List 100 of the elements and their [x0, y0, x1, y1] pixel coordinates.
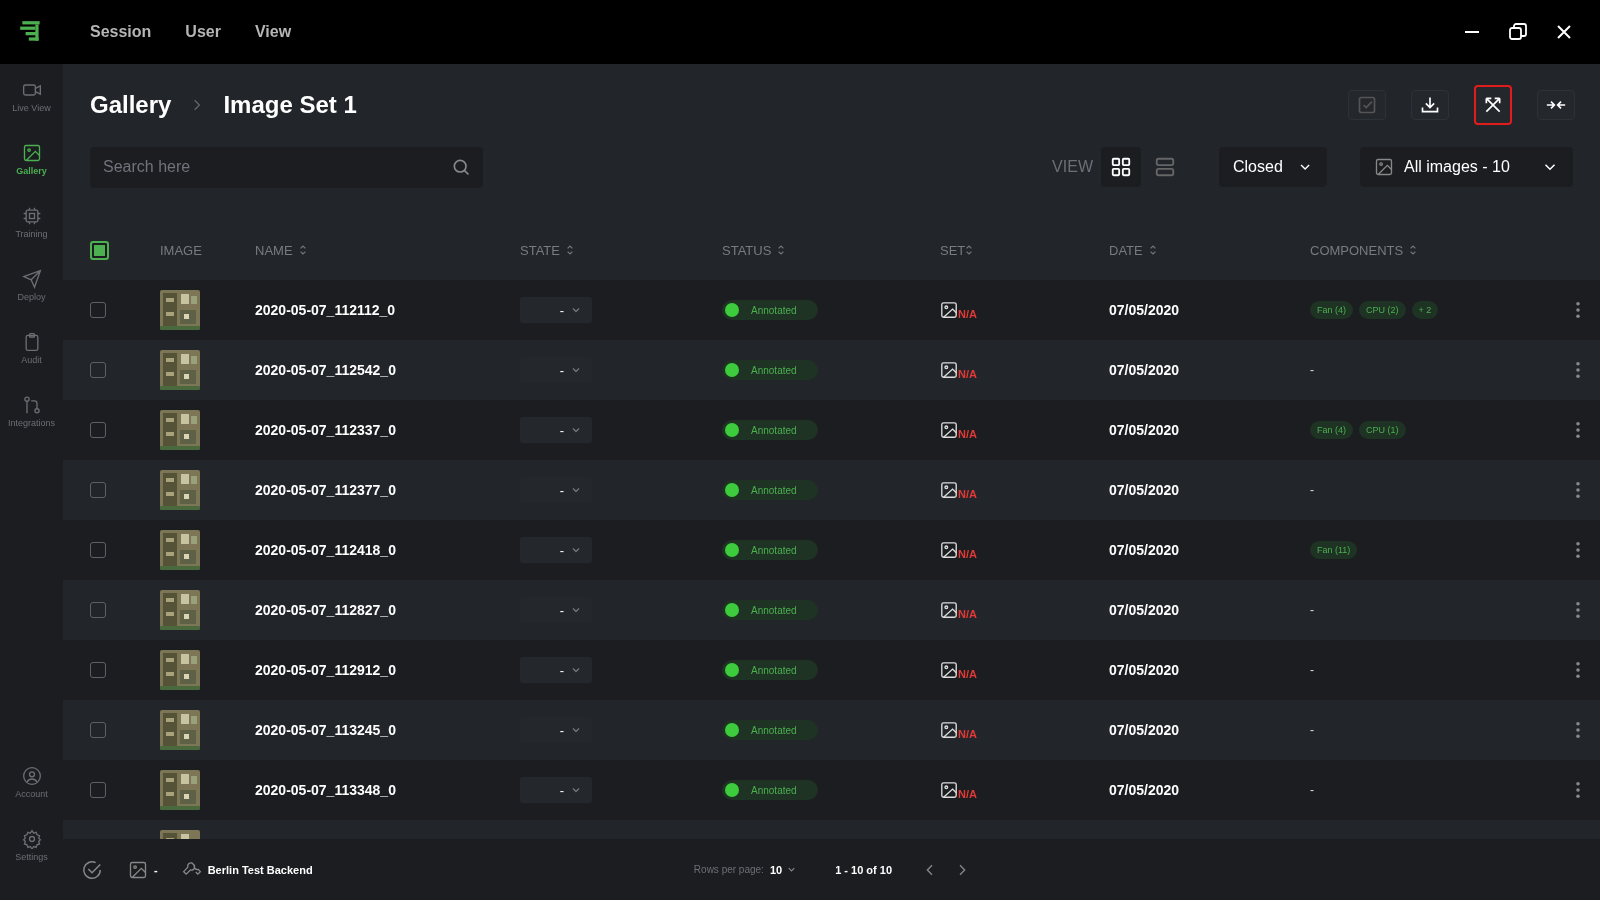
page-range: 1 - 10 of 10 [835, 863, 892, 876]
sort-icon[interactable] [1409, 243, 1418, 257]
sidebar-item[interactable]: Gallery [0, 143, 63, 206]
component-tag: Fan (4) [1310, 301, 1353, 319]
status-pill: Annotated [722, 480, 818, 500]
image-icon [128, 859, 148, 880]
expand-button[interactable] [1474, 85, 1512, 125]
column-header[interactable]: DATE [1109, 242, 1143, 258]
date-text: 07/05/2020 [1109, 602, 1180, 618]
set-value: N/A [958, 548, 977, 560]
date-text: 07/05/2020 [1109, 542, 1180, 558]
row-checkbox[interactable] [90, 602, 106, 618]
file-name: 2020-05-07_112112_0 [255, 302, 396, 318]
file-name: 2020-05-07_112912_0 [255, 662, 396, 678]
file-name: 2020-05-07_112418_0 [255, 542, 396, 558]
image-filter-dropdown[interactable]: All images - 10 [1360, 147, 1573, 187]
state-select[interactable]: - [520, 537, 592, 563]
state-select[interactable]: - [520, 657, 592, 683]
empty-value: - [1310, 363, 1314, 377]
image-icon [940, 781, 958, 799]
sort-icon[interactable] [777, 243, 786, 257]
row-checkbox[interactable] [90, 302, 106, 318]
state-dropdown[interactable]: Closed [1219, 147, 1327, 187]
menu-item[interactable]: View [254, 23, 292, 41]
file-name: 2020-05-07_112827_0 [255, 602, 396, 618]
row-checkbox[interactable] [90, 722, 106, 738]
status-pill: Annotated [722, 600, 818, 620]
image-count: - [154, 863, 158, 876]
sort-icon[interactable] [1148, 243, 1157, 257]
more-options-icon[interactable] [1574, 361, 1581, 379]
date-text: 07/05/2020 [1109, 782, 1180, 798]
set-value: N/A [958, 428, 977, 440]
collapse-button[interactable] [1537, 90, 1575, 120]
more-options-icon[interactable] [1574, 301, 1581, 319]
breadcrumb-link[interactable]: Gallery [90, 91, 172, 119]
page-title: Image Set 1 [223, 91, 357, 119]
date-text: 07/05/2020 [1109, 482, 1180, 498]
more-options-icon[interactable] [1574, 421, 1581, 439]
column-header[interactable]: COMPONENTS [1310, 242, 1404, 258]
status-pill: Annotated [722, 720, 818, 740]
menu-item[interactable]: Session [90, 23, 152, 41]
backend-name: Berlin Test Backend [207, 863, 313, 876]
image-icon [940, 421, 958, 439]
set-value: N/A [958, 728, 977, 740]
grid-view-button[interactable] [1101, 147, 1141, 187]
component-tag: CPU (2) [1359, 301, 1406, 319]
state-select[interactable]: - [520, 777, 592, 803]
file-name: 2020-05-07_112542_0 [255, 362, 396, 378]
column-header[interactable]: NAME [255, 242, 293, 258]
row-checkbox[interactable] [90, 422, 106, 438]
column-header[interactable]: STATUS [722, 242, 772, 258]
empty-value: - [1310, 783, 1314, 797]
column-header[interactable]: SET [940, 242, 966, 258]
select-all-checkbox[interactable] [90, 240, 109, 260]
date-text: 07/05/2020 [1109, 422, 1180, 438]
set-value: N/A [958, 668, 977, 680]
status-pill: Annotated [722, 300, 818, 320]
restore-icon[interactable] [1508, 22, 1528, 42]
empty-value: - [1310, 663, 1314, 677]
more-options-icon[interactable] [1574, 661, 1581, 679]
settings-icon [21, 829, 42, 849]
search-field[interactable]: Search here [90, 146, 483, 188]
sort-icon[interactable] [565, 243, 574, 257]
file-name: 2020-05-07_113348_0 [255, 782, 396, 798]
image-icon [940, 541, 958, 559]
sort-icon[interactable] [965, 243, 974, 257]
file-name: 2020-05-07_112377_0 [255, 482, 396, 498]
more-options-icon[interactable] [1574, 601, 1581, 619]
list-icon [1154, 156, 1176, 178]
grid-icon [1110, 156, 1132, 178]
row-checkbox[interactable] [90, 542, 106, 558]
rows-per-page-select[interactable]: 10 [763, 862, 804, 877]
download-button[interactable] [1411, 90, 1449, 120]
sort-icon[interactable] [298, 243, 307, 257]
more-options-icon[interactable] [1574, 481, 1581, 499]
more-options-icon[interactable] [1574, 781, 1581, 799]
date-text: 07/05/2020 [1109, 662, 1180, 678]
menu-item[interactable]: User [185, 23, 221, 41]
file-name: 2020-05-07_113245_0 [255, 722, 396, 738]
view-label: VIEW [1052, 158, 1093, 176]
file-name: 2020-05-07_112337_0 [255, 422, 396, 438]
image-icon [21, 143, 42, 163]
image-icon [940, 601, 958, 619]
image-icon [940, 661, 958, 679]
status-pill: Annotated [722, 360, 818, 380]
row-checkbox[interactable] [90, 662, 106, 678]
user-icon [21, 766, 42, 786]
checkbox-icon [1357, 95, 1377, 115]
column-header[interactable]: STATE [520, 242, 560, 258]
state-select[interactable]: - [520, 297, 592, 323]
row-checkbox[interactable] [90, 482, 106, 498]
column-header[interactable]: IMAGE [160, 242, 202, 258]
state-select[interactable]: - [520, 417, 592, 443]
more-options-icon[interactable] [1574, 541, 1581, 559]
status-pill: Annotated [722, 660, 818, 680]
more-options-icon[interactable] [1574, 721, 1581, 739]
check-circle-icon[interactable] [81, 858, 103, 881]
row-checkbox[interactable] [90, 782, 106, 798]
image-icon [1374, 157, 1394, 177]
row-checkbox[interactable] [90, 362, 106, 378]
